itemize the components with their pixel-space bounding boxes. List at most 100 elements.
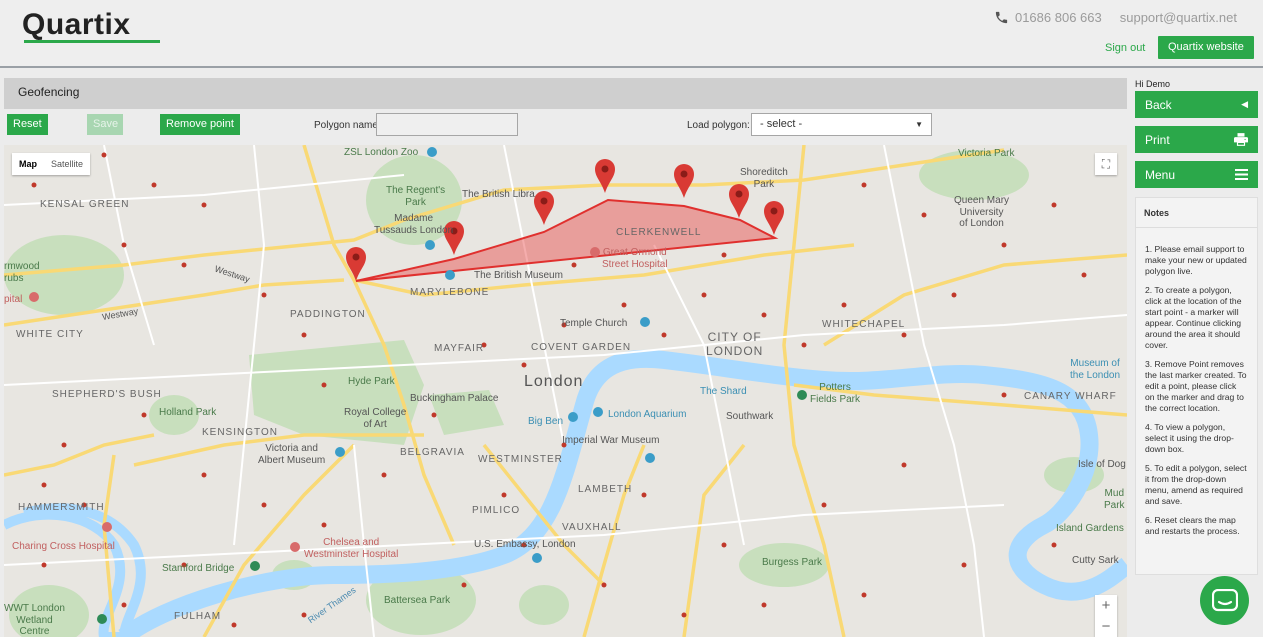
map-marker-icon — [534, 191, 554, 225]
map-label: The Regent's Park — [386, 185, 446, 208]
back-button[interactable]: Back ◀ — [1135, 91, 1258, 118]
map-label: CANARY WHARF — [1024, 391, 1117, 402]
map-label: Battersea Park — [384, 595, 451, 606]
menu-label: Menu — [1145, 167, 1176, 182]
zoom-out-button[interactable]: − — [1095, 616, 1117, 637]
load-polygon-selected: - select - — [760, 118, 803, 130]
map-label: Royal College of Art — [344, 407, 407, 430]
chat-icon — [1211, 588, 1238, 611]
map-label: Charing Cross Hospital — [12, 541, 115, 552]
contact-info: 01686 806 663 support@quartix.net — [994, 10, 1237, 25]
map-label: Big Ben — [528, 416, 564, 427]
map-label: Temple Church — [560, 318, 628, 329]
map-type-satellite[interactable]: Satellite — [44, 153, 90, 175]
map-label: Mud Park — [1104, 488, 1125, 511]
hamburger-icon — [1235, 169, 1248, 180]
quartix-website-button[interactable]: Quartix website — [1158, 36, 1254, 59]
save-button[interactable]: Save — [87, 114, 123, 135]
map-label: COVENT GARDEN — [531, 342, 632, 353]
map-label: CITY OF LONDON — [706, 330, 764, 358]
note-item: 6. Reset clears the map and restarts the… — [1145, 515, 1240, 536]
map-label: WWT London Wetland Centre — [4, 603, 65, 637]
map-type-control: Map Satellite — [12, 153, 91, 175]
map-label: Potters Fields Park — [810, 382, 861, 405]
map-label: BELGRAVIA — [400, 447, 465, 458]
note-item: 4. To view a polygon, select it using th… — [1145, 422, 1234, 454]
quartix-logo[interactable]: Quartix — [22, 8, 131, 42]
map-label: Cutty Sark — [1072, 555, 1119, 566]
chat-launcher-button[interactable] — [1200, 576, 1249, 625]
support-email[interactable]: support@quartix.net — [1120, 10, 1237, 25]
phone-number: 01686 806 663 — [1014, 10, 1102, 25]
page-title: Geofencing — [18, 85, 80, 99]
map-label: pital — [4, 294, 23, 305]
notes-body: 1. Please email support to make your new… — [1136, 228, 1257, 537]
map-label: Madame Tussauds London — [374, 213, 454, 236]
note-item: 5. To edit a polygon, select it from the… — [1145, 463, 1247, 506]
map-label: Hyde Park — [348, 376, 395, 387]
map-label: Southwark — [726, 411, 774, 422]
map-label: CLERKENWELL — [616, 227, 702, 238]
remove-point-button[interactable]: Remove point — [160, 114, 240, 135]
map-label: The British Libra — [462, 189, 535, 200]
load-polygon-label: Load polygon: — [687, 120, 750, 131]
polygon-name-input[interactable] — [376, 113, 518, 136]
map-marker-icon — [595, 159, 615, 193]
map-label: Chelsea and Westminster Hospital — [304, 537, 399, 560]
map-marker-icon — [346, 247, 366, 281]
map-label: Imperial War Museum — [562, 435, 660, 446]
note-item: 3. Remove Point removes the last marker … — [1145, 359, 1247, 413]
map-label: Queen Mary University of London — [954, 195, 1010, 229]
map-label: The Shard — [700, 386, 747, 397]
map-label: Shoreditch Park — [740, 167, 788, 190]
map-label: PADDINGTON — [290, 309, 366, 320]
map-label: MARYLEBONE — [410, 287, 490, 298]
map-label: VAUXHALL — [562, 522, 622, 533]
map-label: KENSINGTON — [202, 427, 278, 438]
map-label: WHITE CITY — [16, 329, 84, 340]
menu-button[interactable]: Menu — [1135, 161, 1258, 188]
load-polygon-select[interactable]: - select - ▼ — [751, 113, 932, 136]
logo-underline — [24, 40, 160, 43]
print-button[interactable]: Print — [1135, 126, 1258, 153]
map-label: Isle of Dog — [1078, 459, 1126, 470]
note-item: 1. Please email support to make your new… — [1145, 244, 1247, 276]
user-greeting: Hi Demo — [1135, 79, 1171, 89]
map-marker-icon — [764, 201, 784, 235]
fullscreen-icon[interactable]: ⛶ — [1095, 153, 1117, 175]
geofence-map[interactable]: KENSAL GREEN WHITE CITY SHEPHERD'S BUSH … — [4, 145, 1127, 637]
map-label: London Aquarium — [608, 409, 687, 420]
phone-contact: 01686 806 663 — [994, 10, 1102, 25]
map-type-map[interactable]: Map — [12, 153, 44, 175]
panel-title-bar: Geofencing — [4, 78, 1127, 109]
map-label: Museum of the London — [1070, 358, 1121, 381]
map-label: U.S. Embassy, London — [474, 539, 576, 550]
map-label: Stamford Bridge — [162, 563, 235, 574]
dropdown-arrow-icon: ▼ — [915, 120, 923, 129]
sign-out-button[interactable]: Sign out — [1096, 37, 1155, 59]
map-label-london: London — [524, 373, 584, 390]
phone-icon — [995, 11, 1008, 24]
chevron-left-icon: ◀ — [1241, 99, 1248, 109]
map-label: Burgess Park — [762, 557, 823, 568]
reset-button[interactable]: Reset — [7, 114, 48, 135]
note-item: 2. To create a polygon, click at the loc… — [1145, 285, 1242, 350]
notes-title: Notes — [1136, 198, 1257, 228]
map-label: SHEPHERD'S BUSH — [52, 389, 162, 400]
map-label: FULHAM — [174, 611, 222, 622]
map-label: WHITECHAPEL — [822, 319, 906, 330]
zoom-control: + − — [1095, 595, 1117, 637]
map-label: LAMBETH — [578, 484, 633, 495]
map-label: PIMLICO — [472, 505, 521, 516]
map-label: rmwood rubs — [4, 261, 40, 284]
zoom-in-button[interactable]: + — [1095, 595, 1117, 616]
map-label: The British Museum — [474, 270, 563, 281]
printer-icon — [1234, 133, 1248, 146]
geofence-toolbar: Reset Save Remove point Polygon name: Lo… — [4, 109, 1127, 145]
back-label: Back — [1145, 97, 1172, 112]
map-label: Great Ormond Street Hospital — [602, 247, 668, 270]
map-label: Holland Park — [159, 407, 217, 418]
map-label: ZSL London Zoo — [344, 147, 419, 158]
app-header: Quartix 01686 806 663 support@quartix.ne… — [0, 0, 1263, 68]
map-label: WESTMINSTER — [478, 454, 563, 465]
